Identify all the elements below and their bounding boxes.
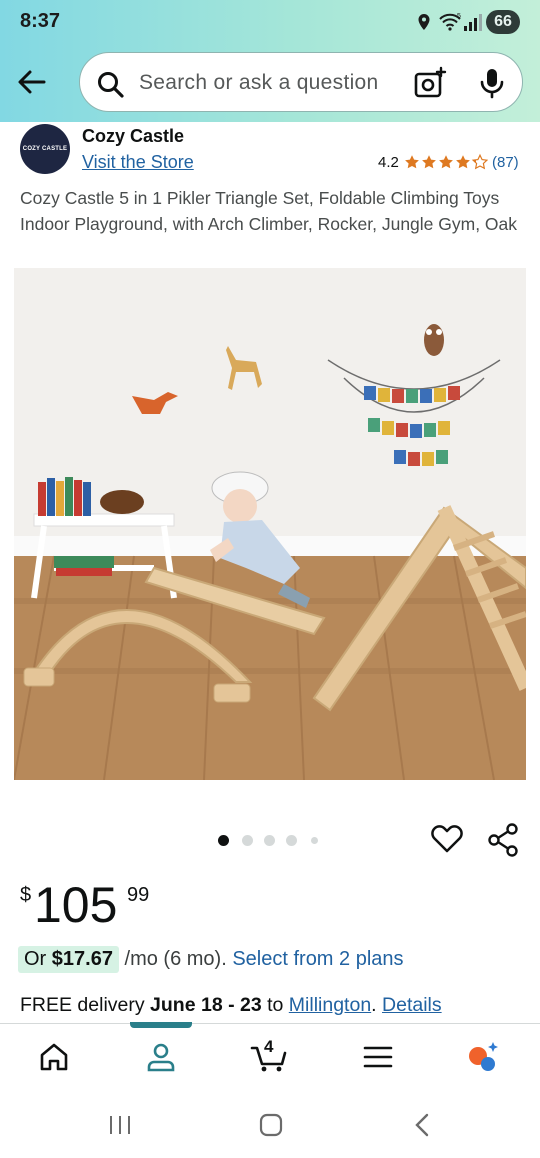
visit-store-link[interactable]: Visit the Store: [82, 152, 194, 173]
delivery-prefix: FREE delivery: [20, 994, 145, 1016]
app-header: 8:37 5 66 Search or ask a question: [0, 0, 540, 122]
rating-count-link[interactable]: (87): [492, 154, 519, 171]
carousel-dot[interactable]: [242, 835, 253, 846]
delivery-dates: June 18 - 23: [150, 994, 262, 1016]
installment-term: /mo (6 mo).: [124, 948, 227, 970]
account-icon[interactable]: [144, 1040, 178, 1074]
location-icon: [418, 14, 430, 30]
select-plans-link[interactable]: Select from 2 plans: [232, 948, 403, 970]
image-carousel-dots[interactable]: [218, 835, 328, 847]
carousel-dot[interactable]: [311, 837, 318, 844]
product-page: 8:37 5 66 Search or ask a question COZY …: [0, 0, 540, 1158]
active-tab-indicator: [130, 1022, 192, 1028]
installment-badge: Or $17.67: [18, 946, 119, 973]
rufus-assistant-icon[interactable]: [466, 1040, 500, 1074]
star-rating-icon[interactable]: [404, 153, 488, 171]
price-currency: $: [20, 884, 32, 906]
wifi-icon: 5: [439, 13, 461, 31]
share-icon[interactable]: [486, 822, 520, 858]
rating-value: 4.2: [378, 154, 399, 171]
status-time: 8:37: [20, 10, 61, 32]
search-icon: [98, 72, 124, 98]
home-button-icon[interactable]: [258, 1112, 284, 1138]
delivery-details-link[interactable]: Details: [382, 994, 442, 1016]
store-name: Cozy Castle: [82, 126, 185, 146]
cart-count: 4: [264, 1037, 274, 1056]
microphone-icon[interactable]: [477, 67, 507, 99]
system-back-icon[interactable]: [410, 1112, 434, 1138]
signal-icon: [464, 14, 482, 31]
recent-apps-icon[interactable]: [108, 1114, 132, 1136]
carousel-dot[interactable]: [264, 835, 275, 846]
carousel-dot[interactable]: [218, 835, 229, 846]
price-cents: 99: [127, 884, 150, 906]
store-logo[interactable]: COZY CASTLE: [20, 124, 70, 174]
system-nav-bar: [0, 1090, 540, 1158]
home-icon[interactable]: [37, 1040, 71, 1074]
menu-icon[interactable]: [361, 1040, 395, 1074]
installment-prefix: Or: [24, 948, 47, 970]
bottom-nav: 4: [0, 1022, 540, 1090]
delivery-location-link[interactable]: Millington: [289, 994, 371, 1016]
back-arrow-icon[interactable]: [14, 64, 50, 100]
search-input[interactable]: Search or ask a question: [139, 71, 379, 95]
installment-offer: Or $17.67 /mo (6 mo). Select from 2 plan…: [18, 946, 404, 973]
installment-amount: $17.67: [51, 948, 113, 970]
heart-icon[interactable]: [430, 822, 464, 856]
svg-text:5: 5: [457, 13, 461, 20]
delivery-to: to: [267, 994, 284, 1016]
status-bar: 8:37 5 66: [0, 0, 540, 44]
product-image[interactable]: [14, 268, 526, 780]
price-whole: 105: [34, 877, 118, 933]
product-title: Cozy Castle 5 in 1 Pikler Triangle Set, …: [20, 188, 518, 234]
battery-indicator: 66: [486, 10, 520, 34]
delivery-info: FREE delivery June 18 - 23 to Millington…: [20, 994, 442, 1016]
carousel-dot[interactable]: [286, 835, 297, 846]
camera-search-icon[interactable]: [413, 66, 447, 100]
search-bar[interactable]: Search or ask a question: [79, 52, 523, 112]
